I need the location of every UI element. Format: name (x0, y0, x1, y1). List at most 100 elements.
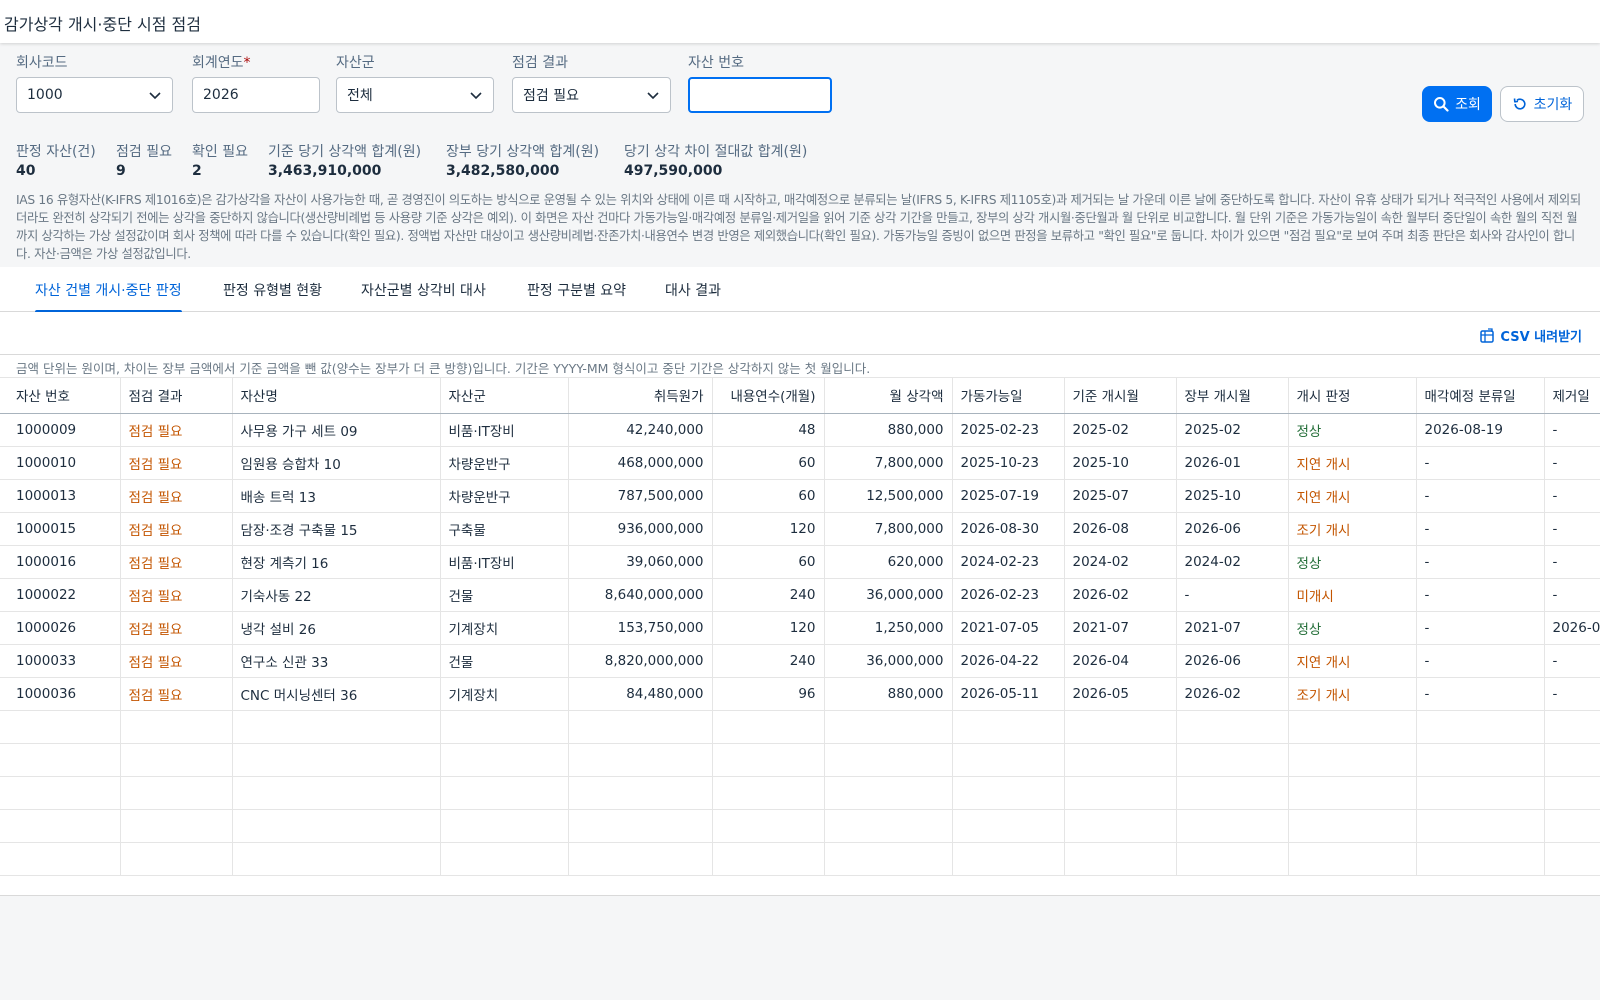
tab-category-summary[interactable]: 판정 구분별 요약 (527, 267, 626, 312)
empty-cell (568, 710, 713, 744)
empty-cell (952, 776, 1065, 810)
table-cell: 36,000,000 (824, 578, 953, 612)
column-header[interactable]: 기준 개시월 (1064, 378, 1177, 414)
csv-download-button[interactable]: CSV 내려받기 (1479, 326, 1582, 345)
empty-cell (824, 776, 953, 810)
empty-cell (712, 710, 825, 744)
empty-cell (1416, 710, 1545, 744)
empty-cell (824, 710, 953, 744)
table-cell: 점검 필요 (120, 479, 233, 513)
table-cell: 1000033 (0, 644, 121, 678)
empty-cell (712, 776, 825, 810)
table-row[interactable]: 1000016 점검 필요 현장 계측기 16 비품·IT장비 39,060,000 60… (0, 545, 1600, 579)
table-cell: 기숙사동 22 (232, 578, 441, 612)
empty-cell (568, 809, 713, 843)
column-header[interactable]: 개시 판정 (1288, 378, 1417, 414)
empty-cell (1064, 842, 1177, 876)
column-header[interactable]: 내용연수(개월) (712, 378, 825, 414)
column-header[interactable]: 취득원가 (568, 378, 713, 414)
empty-cell (1288, 710, 1417, 744)
table-cell: 사무용 가구 세트 09 (232, 413, 441, 447)
column-header[interactable]: 가동가능일 (952, 378, 1065, 414)
result-label: 점검 결과 (512, 55, 568, 71)
table-cell: 2024-02-23 (952, 545, 1065, 579)
table-cell: 8,640,000,000 (568, 578, 713, 612)
table-cell: 42,240,000 (568, 413, 713, 447)
results-table: 자산 번호 점검 결과 자산명 자산군 취득원가 내용연수(개월) 월 상각액 … (0, 378, 1600, 878)
table-row[interactable]: 1000026 점검 필요 냉각 설비 26 기계장치 153,750,000 120 1,… (0, 611, 1600, 645)
table-cell: 점검 필요 (120, 677, 233, 711)
empty-cell (1288, 809, 1417, 843)
result-select[interactable]: 점검 필요 (512, 77, 671, 113)
table-row[interactable]: 1000015 점검 필요 담장·조경 구축물 15 구축물 936,000,000 12… (0, 512, 1600, 546)
table-cell: 36,000,000 (824, 644, 953, 678)
table-row[interactable]: 1000036 점검 필요 CNC 머시닝센터 36 기계장치 84,480,000 96… (0, 677, 1600, 711)
table-cell: 240 (712, 644, 825, 678)
column-header[interactable]: 자산 번호 (0, 378, 121, 414)
table-row[interactable]: 1000022 점검 필요 기숙사동 22 건물 8,640,000,000 240 36,… (0, 578, 1600, 612)
page-title: 감가상각 개시·중단 시점 점검 (4, 15, 201, 34)
table-cell: 120 (712, 512, 825, 546)
table-cell: 임원용 승합차 10 (232, 446, 441, 480)
column-header[interactable]: 점검 결과 (120, 378, 233, 414)
tab-reconciliation-result[interactable]: 대사 결과 (665, 267, 721, 312)
kpi-book-total: 장부 당기 상각액 합계(원) 3,482,580,000 (446, 141, 599, 179)
table-cell: 배송 트럭 13 (232, 479, 441, 513)
tab-type-status[interactable]: 판정 유형별 현황 (223, 267, 322, 312)
table-row[interactable]: 1000013 점검 필요 배송 트럭 13 차량운반구 787,500,000 60 12… (0, 479, 1600, 513)
empty-cell (232, 743, 441, 777)
empty-cell (824, 842, 953, 876)
table-row[interactable]: 1000009 점검 필요 사무용 가구 세트 09 비품·IT장비 42,240,00… (0, 413, 1600, 447)
table-cell: 냉각 설비 26 (232, 611, 441, 645)
kpi-needs-confirm: 확인 필요 2 (192, 141, 248, 179)
empty-cell (1288, 776, 1417, 810)
reset-icon (1513, 98, 1526, 110)
kpi-label: 장부 당기 상각액 합계(원) (446, 144, 600, 160)
column-header[interactable]: 자산명 (232, 378, 441, 414)
table-cell: 2026-06 (1176, 512, 1289, 546)
reset-button-label: 초기화 (1533, 97, 1573, 113)
tab-class-reconciliation[interactable]: 자산군별 상각비 대사 (361, 267, 486, 312)
table-cell: 2026-04-22 (952, 644, 1065, 678)
table-cell: - (1544, 512, 1600, 546)
empty-cell (1176, 842, 1289, 876)
asset-class-select[interactable]: 전체 (336, 77, 494, 113)
csv-download-label: CSV 내려받기 (1500, 330, 1582, 345)
empty-cell (1288, 842, 1417, 876)
empty-row (0, 809, 1600, 843)
column-header[interactable]: 자산군 (440, 378, 569, 414)
table-cell: 2025-10 (1176, 479, 1289, 513)
asset-number-input[interactable] (688, 77, 832, 113)
kpi-needs-review: 점검 필요 9 (116, 141, 172, 179)
column-header[interactable]: 월 상각액 (824, 378, 953, 414)
table-cell: 점검 필요 (120, 413, 233, 447)
table-cell: 7,800,000 (824, 512, 953, 546)
column-header[interactable]: 매각예정 분류일 (1416, 378, 1545, 414)
column-header[interactable]: 제거일 (1544, 378, 1600, 414)
table-cell: 점검 필요 (120, 446, 233, 480)
table-row[interactable]: 1000033 점검 필요 연구소 신관 33 건물 8,820,000,000 240 3… (0, 644, 1600, 678)
column-header[interactable]: 장부 개시월 (1176, 378, 1289, 414)
table-cell: 1000013 (0, 479, 121, 513)
reset-button[interactable]: 초기화 (1500, 86, 1584, 122)
table-cell: 점검 필요 (120, 512, 233, 546)
company-code-select[interactable]: 1000 (16, 77, 173, 113)
tab-asset-judgement[interactable]: 자산 건별 개시·중단 판정 (35, 267, 182, 313)
table-cell: 점검 필요 (120, 644, 233, 678)
fiscal-year-input[interactable]: 2026 (192, 77, 320, 113)
table-cell: 차량운반구 (440, 479, 569, 513)
empty-row (0, 743, 1600, 777)
table-body: 1000009 점검 필요 사무용 가구 세트 09 비품·IT장비 42,240,00… (0, 413, 1600, 876)
table-row[interactable]: 1000010 점검 필요 임원용 승합차 10 차량운반구 468,000,000 60… (0, 446, 1600, 480)
company-code-value: 1000 (27, 87, 63, 103)
table-cell: 1000026 (0, 611, 121, 645)
search-button[interactable]: 조회 (1422, 86, 1492, 122)
empty-cell (1416, 776, 1545, 810)
table-cell: 건물 (440, 644, 569, 678)
table-cell: - (1544, 479, 1600, 513)
table-cell: - (1176, 578, 1289, 612)
table-cell: 정상 (1288, 545, 1417, 579)
table-cell: 구축물 (440, 512, 569, 546)
table-cell: 2025-07 (1064, 479, 1177, 513)
empty-cell (1416, 842, 1545, 876)
